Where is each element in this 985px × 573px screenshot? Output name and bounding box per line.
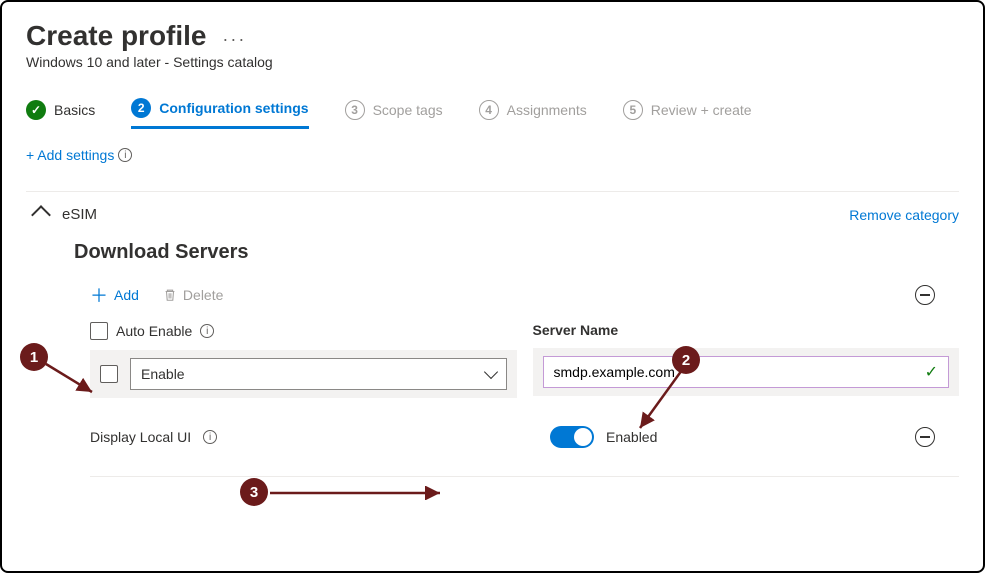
plus-icon: ＋ xyxy=(90,282,108,308)
step-label: Review + create xyxy=(651,102,752,118)
delete-label: Delete xyxy=(183,287,223,303)
divider xyxy=(90,476,959,477)
chevron-down-icon xyxy=(483,365,497,379)
step-configuration-settings[interactable]: 2 Configuration settings xyxy=(131,98,308,129)
remove-category-link[interactable]: Remove category xyxy=(849,207,959,223)
annotation-3: 3 xyxy=(240,478,268,506)
step-number-icon: 3 xyxy=(345,100,365,120)
add-button[interactable]: ＋ Add xyxy=(90,282,139,308)
info-icon[interactable]: i xyxy=(118,148,132,162)
step-scope-tags[interactable]: 3 Scope tags xyxy=(345,100,443,128)
info-icon[interactable]: i xyxy=(200,324,214,338)
step-basics[interactable]: ✓ Basics xyxy=(26,100,95,128)
category-header: eSIM Remove category xyxy=(26,191,959,223)
column-header-auto-enable: Auto Enable xyxy=(116,323,192,339)
column-header-server-name: Server Name xyxy=(533,322,619,338)
step-label: Configuration settings xyxy=(159,100,308,116)
ellipsis-icon[interactable]: ··· xyxy=(222,29,246,49)
collapse-icon[interactable] xyxy=(915,285,935,305)
step-number-icon: 2 xyxy=(131,98,151,118)
select-all-checkbox[interactable] xyxy=(90,322,108,340)
chevron-up-icon[interactable] xyxy=(31,205,51,225)
dropdown-value: Enable xyxy=(141,366,185,382)
section-title: Download Servers xyxy=(74,241,959,264)
annotation-1: 1 xyxy=(20,343,48,371)
server-name-input-wrap: ✓ xyxy=(543,356,950,388)
table-row: ✓ xyxy=(533,348,960,396)
annotation-2: 2 xyxy=(672,346,700,374)
category-name: eSIM xyxy=(62,206,97,223)
step-label: Basics xyxy=(54,102,95,118)
check-icon: ✓ xyxy=(26,100,46,120)
step-label: Assignments xyxy=(507,102,587,118)
trash-icon xyxy=(163,288,177,302)
step-review-create[interactable]: 5 Review + create xyxy=(623,100,752,128)
step-label: Scope tags xyxy=(373,102,443,118)
delete-button: Delete xyxy=(163,287,223,303)
step-number-icon: 4 xyxy=(479,100,499,120)
toggle-state-label: Enabled xyxy=(606,429,657,445)
page-title: Create profile xyxy=(26,20,207,52)
info-icon[interactable]: i xyxy=(203,430,217,444)
step-number-icon: 5 xyxy=(623,100,643,120)
add-settings-link[interactable]: + Add settings i xyxy=(26,147,132,163)
collapse-icon[interactable] xyxy=(915,427,935,447)
auto-enable-dropdown[interactable]: Enable xyxy=(130,358,507,390)
page-subtitle: Windows 10 and later - Settings catalog xyxy=(26,54,959,70)
add-settings-label: + Add settings xyxy=(26,147,114,163)
server-name-input[interactable] xyxy=(554,364,925,380)
valid-check-icon: ✓ xyxy=(925,362,938,382)
row-checkbox[interactable] xyxy=(100,365,118,383)
display-local-ui-toggle[interactable] xyxy=(550,426,594,448)
table-row: Enable xyxy=(90,350,517,398)
wizard-steps: ✓ Basics 2 Configuration settings 3 Scop… xyxy=(26,98,959,129)
step-assignments[interactable]: 4 Assignments xyxy=(479,100,587,128)
add-label: Add xyxy=(114,287,139,303)
display-local-ui-label: Display Local UI xyxy=(90,429,191,445)
